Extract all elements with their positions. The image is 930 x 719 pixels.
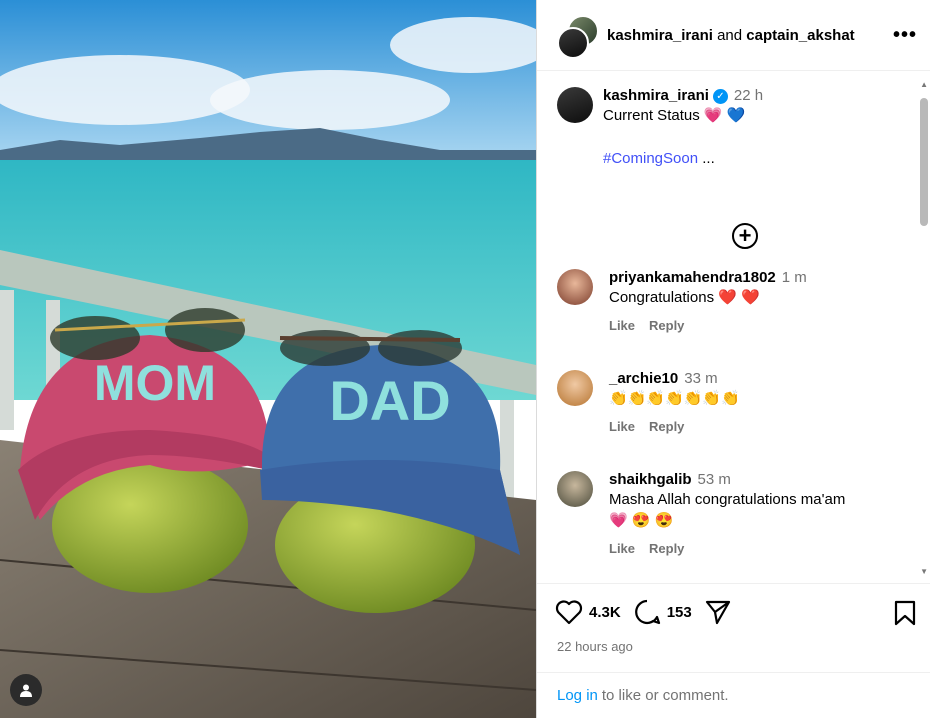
avatar[interactable] bbox=[557, 269, 593, 305]
reply-button[interactable]: Reply bbox=[649, 419, 684, 434]
comment-text: Masha Allah congratulations ma'am bbox=[609, 491, 846, 508]
like-comment-button[interactable]: Like bbox=[609, 541, 635, 556]
comment-time[interactable]: 53 m bbox=[698, 471, 731, 488]
avatar[interactable] bbox=[557, 27, 589, 59]
caption-ellipsis: ... bbox=[698, 150, 715, 167]
caption-hashtag-line: #ComingSoon ... bbox=[603, 148, 903, 169]
like-comment-button[interactable]: Like bbox=[609, 318, 635, 333]
user-icon[interactable] bbox=[10, 674, 42, 706]
scroll-thumb[interactable] bbox=[920, 98, 928, 226]
comments-scrollbar[interactable]: ▲ ▼ bbox=[917, 76, 930, 576]
login-prompt: Log in to like or comment. bbox=[537, 672, 930, 718]
like-comment-button[interactable]: Like bbox=[609, 419, 635, 434]
cap-mom-text: MOM bbox=[94, 355, 216, 411]
header-connector: and bbox=[717, 26, 743, 44]
verified-badge-icon: ✓ bbox=[712, 89, 728, 104]
comments-scroll-area[interactable]: kashmira_irani ✓ 22 h Current Status 💗 💙 #… bbox=[537, 71, 930, 582]
comment-time[interactable]: 33 m bbox=[684, 370, 717, 387]
post-footer: 4.3K 153 22 hours ago Log in to like or c… bbox=[537, 583, 930, 719]
comment-icon[interactable] bbox=[633, 598, 661, 626]
header-username-1[interactable]: kashmira_irani bbox=[607, 27, 713, 44]
comment-username[interactable]: shaikhgalib bbox=[609, 471, 692, 488]
cap-dad-text: DAD bbox=[329, 369, 450, 432]
reply-button[interactable]: Reply bbox=[649, 318, 684, 333]
reply-button[interactable]: Reply bbox=[649, 541, 684, 556]
comment-username[interactable]: priyankamahendra1802 bbox=[609, 269, 776, 286]
avatar[interactable] bbox=[557, 87, 593, 123]
caption-username[interactable]: kashmira_irani bbox=[603, 87, 709, 104]
like-count[interactable]: 4.3K bbox=[589, 604, 621, 621]
post-side-panel: kashmira_irani and captain_akshat ••• ka… bbox=[536, 0, 930, 718]
post-time-ago[interactable]: 22 hours ago bbox=[557, 639, 633, 654]
post-header: kashmira_irani and captain_akshat ••• bbox=[537, 0, 930, 71]
comment-username[interactable]: _archie10 bbox=[609, 370, 678, 387]
plus-circle-icon[interactable]: + bbox=[732, 223, 758, 249]
avatar[interactable] bbox=[557, 370, 593, 406]
scroll-up-icon[interactable]: ▲ bbox=[920, 80, 928, 89]
bookmark-icon[interactable] bbox=[893, 600, 917, 626]
comment-text-emoji: 💗 😍 😍 bbox=[609, 512, 674, 529]
comment-text: Congratulations ❤️ ❤️ bbox=[609, 289, 760, 306]
header-username-2[interactable]: captain_akshat bbox=[746, 27, 854, 44]
avatar[interactable] bbox=[557, 471, 593, 507]
caption-time[interactable]: 22 h bbox=[734, 87, 763, 104]
more-horizontal-icon[interactable]: ••• bbox=[893, 24, 917, 47]
hashtag-link[interactable]: #ComingSoon bbox=[603, 150, 698, 167]
heart-icon[interactable] bbox=[555, 599, 583, 625]
caption-text: Current Status 💗 💙 bbox=[603, 107, 746, 124]
scroll-down-icon[interactable]: ▼ bbox=[920, 567, 928, 576]
share-icon[interactable] bbox=[704, 598, 732, 626]
comment-time[interactable]: 1 m bbox=[782, 269, 807, 286]
login-text: to like or comment. bbox=[601, 687, 729, 704]
login-link[interactable]: Log in bbox=[557, 687, 598, 704]
post-photo[interactable]: MOM DAD bbox=[0, 0, 536, 718]
comment-count[interactable]: 153 bbox=[667, 604, 692, 621]
comment-text: 👏👏👏👏👏👏👏 bbox=[609, 390, 740, 407]
collab-avatars[interactable] bbox=[557, 15, 599, 59]
collab-title: kashmira_irani and captain_akshat bbox=[607, 27, 855, 44]
